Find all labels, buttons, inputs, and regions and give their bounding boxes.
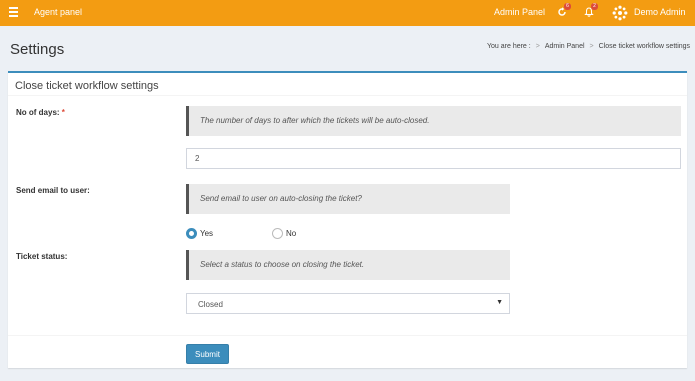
breadcrumb-separator: > [589,43,594,50]
breadcrumb: You are here : > Admin Panel > Close ticket … [487,43,690,50]
settings-box: Close ticket workflow settings No of day… [8,71,687,368]
radio-no[interactable]: No [272,227,312,241]
breadcrumb-separator: > [535,43,540,50]
send-email-help: Send email to user on auto-closing the t… [186,184,510,214]
radio-yes[interactable]: Yes [186,227,226,241]
radio-no-label: No [286,229,297,238]
radio-yes-circle [186,228,197,239]
ticket-status-select[interactable]: Closed ▼ [186,293,510,314]
send-email-options: Yes No [186,227,386,241]
send-email-label: Send email to user: [16,186,90,195]
ticket-status-label: Ticket status: [16,252,68,261]
user-name: Demo Admin [634,7,686,17]
admin-panel-link[interactable]: Admin Panel [494,7,545,17]
radio-yes-label: Yes [200,229,214,238]
app-title[interactable]: Agent panel [34,7,82,17]
radio-no-circle [272,228,283,239]
required-marker: * [61,108,65,117]
sync-button[interactable]: 6 [557,3,571,19]
breadcrumb-current: Close ticket workflow settings [598,43,691,50]
notifications-badge: 2 [591,3,598,10]
submit-button[interactable]: Submit [186,344,229,364]
box-title: Close ticket workflow settings [15,80,159,92]
breadcrumb-prefix: You are here : [487,43,531,50]
page-title: Settings [10,41,65,58]
sync-badge: 6 [564,3,571,10]
days-input[interactable] [186,148,681,169]
notifications-button[interactable]: 2 [584,3,598,19]
top-navbar: Agent panel Admin Panel 6 2 Demo Admin [0,0,695,26]
hamburger-menu-icon[interactable] [9,7,18,17]
ticket-status-help: Select a status to choose on closing the… [186,250,510,280]
box-footer-divider [8,335,687,336]
breadcrumb-admin-panel[interactable]: Admin Panel [545,43,585,50]
ticket-status-value: Closed [198,300,223,309]
days-help: The number of days to after which the ti… [186,106,681,136]
user-avatar-icon [612,5,628,21]
days-label: No of days: * [16,108,65,117]
box-divider [8,95,687,96]
dropdown-caret-icon: ▼ [496,299,503,306]
